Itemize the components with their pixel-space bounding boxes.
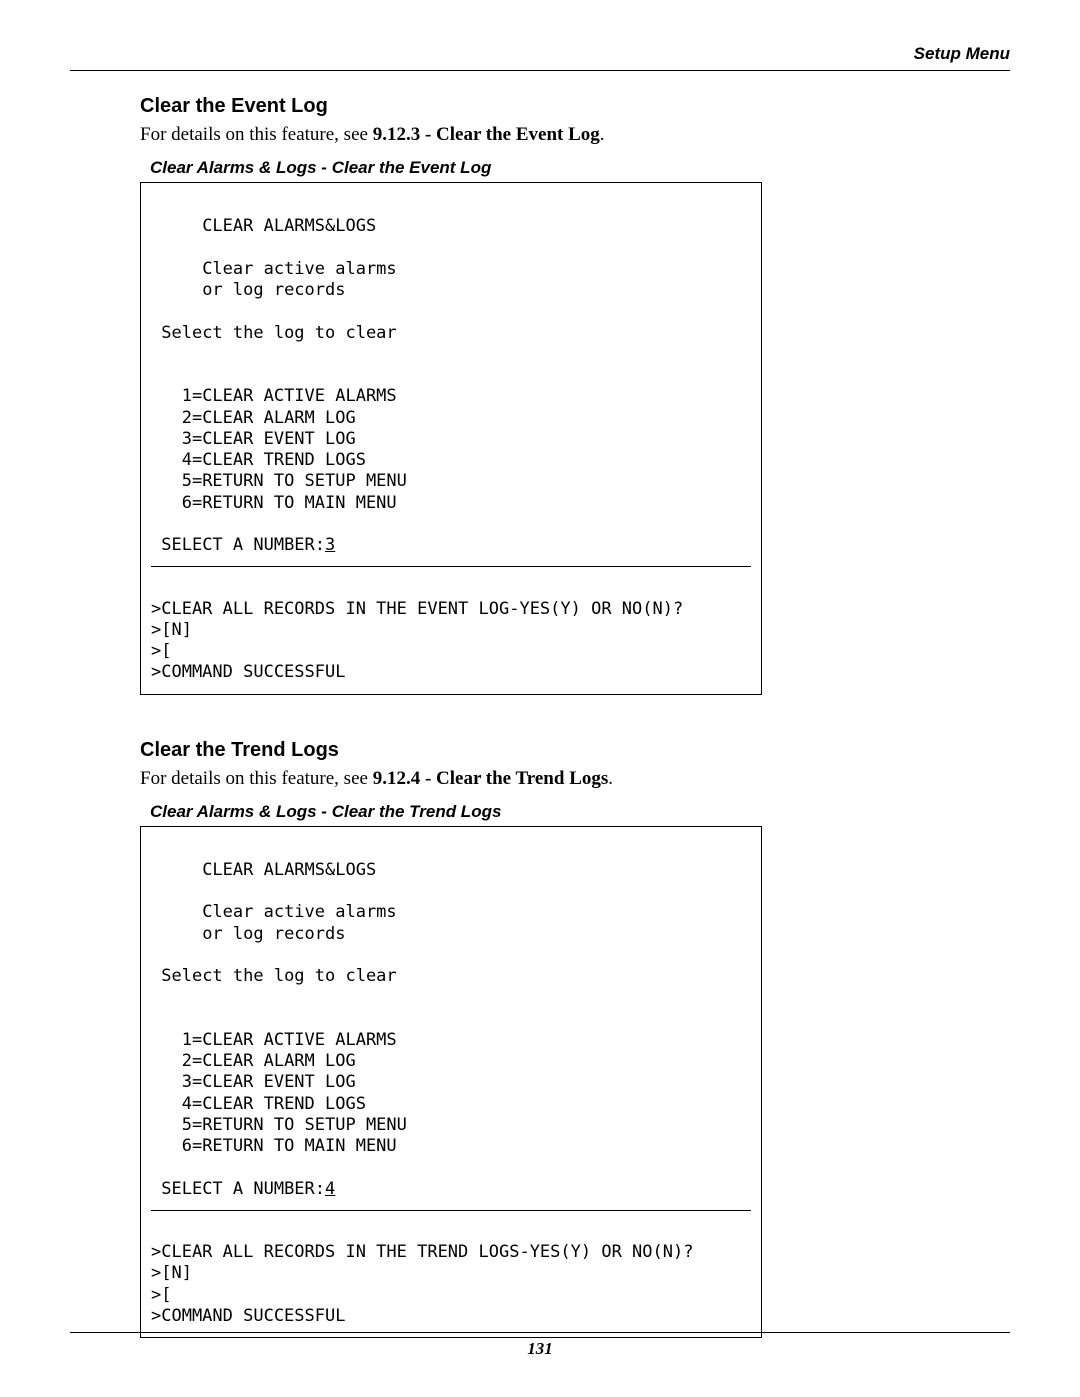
term-line: SELECT A NUMBER:4 [151, 1179, 335, 1199]
term-line: CLEAR ALARMS&LOGS [151, 860, 376, 880]
term-line: Select the log to clear [151, 966, 397, 986]
term-line: 6=RETURN TO MAIN MENU [151, 1136, 397, 1156]
section-heading-event: Clear the Event Log [140, 95, 1010, 118]
footer: 131 [70, 1332, 1010, 1359]
term-line: >[N] [151, 1263, 192, 1283]
term-line: >CLEAR ALL RECORDS IN THE EVENT LOG-YES(… [151, 599, 683, 619]
term-line: >COMMAND SUCCESSFUL [151, 662, 345, 682]
page: Setup Menu Clear the Event Log For detai… [0, 0, 1080, 1397]
page-number: 131 [70, 1339, 1010, 1359]
lead-post: . [608, 768, 613, 789]
term-line: 3=CLEAR EVENT LOG [151, 1072, 356, 1092]
term-line: Clear active alarms [151, 259, 397, 279]
panel-divider [151, 566, 751, 567]
lead-bold: 9.12.4 - Clear the Trend Logs [373, 768, 609, 789]
term-line: 1=CLEAR ACTIVE ALARMS [151, 1030, 397, 1050]
lead-bold: 9.12.3 - Clear the Event Log [373, 124, 600, 145]
term-line: or log records [151, 924, 345, 944]
term-line: >CLEAR ALL RECORDS IN THE TREND LOGS-YES… [151, 1242, 693, 1262]
term-line: 2=CLEAR ALARM LOG [151, 408, 356, 428]
term-line: >[N] [151, 620, 192, 640]
select-number-input[interactable]: 4 [325, 1179, 335, 1199]
term-line: 4=CLEAR TREND LOGS [151, 450, 366, 470]
lead-trend: For details on this feature, see 9.12.4 … [140, 768, 1010, 790]
content: Clear the Event Log For details on this … [70, 71, 1010, 1338]
terminal-panel-event: CLEAR ALARMS&LOGS Clear active alarms or… [140, 182, 762, 695]
term-line: >[ [151, 1285, 171, 1305]
term-line: 2=CLEAR ALARM LOG [151, 1051, 356, 1071]
term-line: 5=RETURN TO SETUP MENU [151, 1115, 407, 1135]
footer-rule [70, 1332, 1010, 1333]
term-line: CLEAR ALARMS&LOGS [151, 216, 376, 236]
term-line: >[ [151, 641, 171, 661]
caption-trend: Clear Alarms & Logs - Clear the Trend Lo… [150, 802, 1010, 822]
term-line: 4=CLEAR TREND LOGS [151, 1094, 366, 1114]
panel-divider [151, 1210, 751, 1211]
term-line: 6=RETURN TO MAIN MENU [151, 493, 397, 513]
term-line: Clear active alarms [151, 902, 397, 922]
section-heading-trend: Clear the Trend Logs [140, 739, 1010, 762]
term-line: Select the log to clear [151, 323, 397, 343]
term-line: SELECT A NUMBER:3 [151, 535, 335, 555]
lead-pre: For details on this feature, see [140, 124, 373, 145]
lead-post: . [600, 124, 605, 145]
caption-event: Clear Alarms & Logs - Clear the Event Lo… [150, 158, 1010, 178]
term-line: >COMMAND SUCCESSFUL [151, 1306, 345, 1326]
lead-pre: For details on this feature, see [140, 768, 373, 789]
term-line: or log records [151, 280, 345, 300]
term-line: 5=RETURN TO SETUP MENU [151, 471, 407, 491]
term-line: 3=CLEAR EVENT LOG [151, 429, 356, 449]
term-line: 1=CLEAR ACTIVE ALARMS [151, 386, 397, 406]
terminal-panel-trend: CLEAR ALARMS&LOGS Clear active alarms or… [140, 826, 762, 1339]
select-number-input[interactable]: 3 [325, 535, 335, 555]
lead-event: For details on this feature, see 9.12.3 … [140, 124, 1010, 146]
header-label: Setup Menu [70, 44, 1010, 70]
